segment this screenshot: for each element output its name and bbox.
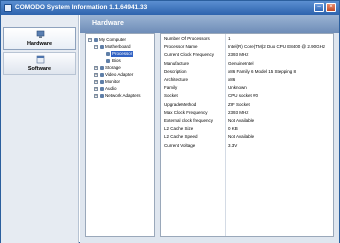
minimize-button[interactable]: – <box>314 3 324 12</box>
content-area: − My Computer − Motherboard Processor Bi… <box>80 33 339 243</box>
sidebar-item-label: Hardware <box>26 41 53 47</box>
property-row: L2 Cache Size 0 KB <box>161 125 333 133</box>
property-row: Socket CPU socket #0 <box>161 92 333 100</box>
title-bar[interactable]: COMODO System Information 1.1.64941.33 –… <box>1 1 339 15</box>
window-title: COMODO System Information 1.1.64941.33 <box>15 4 148 11</box>
property-name: Socket <box>164 93 178 99</box>
tree-item-label: Motherboard <box>105 44 131 49</box>
property-name: UpgradeMethod <box>164 101 197 107</box>
audio-icon <box>100 87 104 91</box>
app-window: COMODO System Information 1.1.64941.33 –… <box>0 0 340 243</box>
tree-item-label: Audio <box>105 86 117 91</box>
property-row: External clock frequency Not Available <box>161 117 333 125</box>
property-row: Number Of Processors 1 <box>161 35 333 43</box>
tree-item-label: My Computer <box>99 37 127 42</box>
collapse-icon[interactable]: − <box>88 38 92 42</box>
expand-icon[interactable]: + <box>94 87 98 91</box>
property-value: CPU socket #0 <box>228 93 259 99</box>
property-row: Architecture x86 <box>161 76 333 84</box>
property-value: ZIF Socket <box>228 101 250 107</box>
tree-item-label: Monitor <box>105 79 121 84</box>
storage-icon <box>100 66 104 70</box>
property-row: Current Voltage 3.3V <box>161 142 333 150</box>
video-adapter-icon <box>100 73 104 77</box>
expand-icon[interactable]: + <box>94 73 98 77</box>
sidebar: Hardware Software <box>1 15 79 243</box>
property-row: L2 Cache Speed Not Available <box>161 133 333 141</box>
property-row: Description x86 Family 6 Model 15 Steppi… <box>161 68 333 76</box>
property-value: x86 Family 6 Model 15 Stepping 8 <box>228 68 297 74</box>
property-value: Not Available <box>228 134 255 140</box>
section-title: Hardware <box>92 20 124 27</box>
tree-item-label: Video Adapter <box>105 72 134 77</box>
tree-item-label: Bios <box>112 58 121 63</box>
network-icon <box>100 94 104 98</box>
property-name: Current Voltage <box>164 142 196 148</box>
property-value: 1 <box>228 36 231 41</box>
property-value: GenuineIntel <box>228 60 254 66</box>
property-row: Processor Name Intel(R) Core(TM)2 Duo CP… <box>161 43 333 51</box>
property-value: 3.3V <box>228 142 238 148</box>
property-value: x86 <box>228 77 236 82</box>
property-name: Family <box>164 85 178 91</box>
property-value: 2393 MHz <box>228 109 249 115</box>
expand-icon[interactable]: + <box>94 66 98 70</box>
property-row: UpgradeMethod ZIF Socket <box>161 101 333 109</box>
property-value: 0 KB <box>228 126 238 132</box>
property-name: Max Clock Frequency <box>164 109 208 115</box>
sidebar-item-software[interactable]: Software <box>3 52 76 75</box>
property-row: Max Clock Frequency 2393 MHz <box>161 109 333 117</box>
expand-icon[interactable]: + <box>94 80 98 84</box>
property-name: Architecture <box>164 77 189 82</box>
property-value: Unknown <box>228 85 247 91</box>
collapse-icon[interactable]: − <box>94 45 98 49</box>
properties-panel: Number Of Processors 1 Processor Name In… <box>160 33 334 237</box>
motherboard-icon <box>100 45 104 49</box>
bios-icon <box>106 59 110 63</box>
tree-item-label: Processor <box>111 51 134 57</box>
property-name: L2 Cache Size <box>164 126 194 132</box>
property-value: 2393 MHz <box>228 52 249 58</box>
computer-icon <box>94 38 98 42</box>
property-name: External clock frequency <box>164 118 214 123</box>
sidebar-item-label: Software <box>27 66 52 72</box>
expand-icon[interactable]: + <box>94 94 98 98</box>
property-row: Family Unknown <box>161 84 333 92</box>
close-button[interactable]: × <box>326 3 336 12</box>
tree-item-label: Storage <box>105 65 121 70</box>
software-icon <box>36 55 45 64</box>
property-name: Description <box>164 68 187 74</box>
tree-item-label: Network Adapters <box>105 93 141 98</box>
property-name: L2 Cache Speed <box>164 134 198 140</box>
processor-icon <box>106 52 110 56</box>
property-value: Not Available <box>228 118 255 123</box>
hardware-icon <box>36 30 45 38</box>
property-name: Manufacture <box>164 60 190 66</box>
monitor-icon <box>100 80 104 84</box>
section-header: Hardware <box>80 15 339 33</box>
property-name: Processor Name <box>164 44 198 50</box>
property-row: Current Clock Frequency 2393 MHz <box>161 51 333 59</box>
hardware-tree[interactable]: − My Computer − Motherboard Processor Bi… <box>85 33 155 237</box>
sidebar-item-hardware[interactable]: Hardware <box>3 27 76 50</box>
property-value: Intel(R) Core(TM)2 Duo CPU E8400 @ 2.90G… <box>228 44 326 50</box>
property-name: Current Clock Frequency <box>164 52 215 58</box>
app-icon <box>4 4 12 12</box>
property-name: Number Of Processors <box>164 36 210 41</box>
property-row: Manufacture GenuineIntel <box>161 60 333 68</box>
